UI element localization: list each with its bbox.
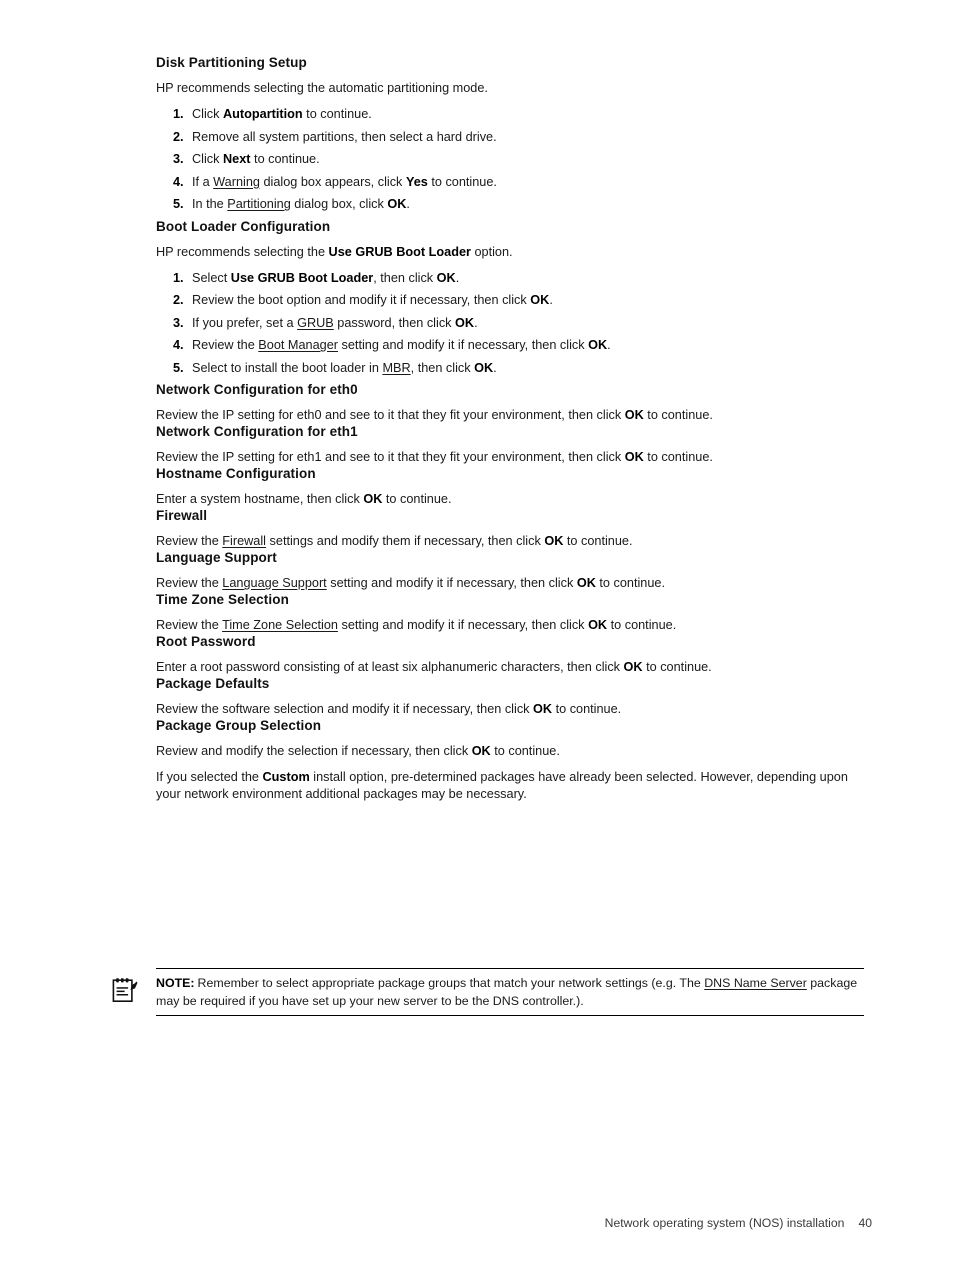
step-text: If you prefer, set a GRUB password, then… <box>192 315 478 330</box>
step-text: Remove all system partitions, then selec… <box>192 129 497 144</box>
step-number: 1. <box>173 270 184 285</box>
step-number: 2. <box>173 129 184 144</box>
paragraph-disk-partitioning-intro: HP recommends selecting the automatic pa… <box>156 81 488 95</box>
step-text: Select to install the boot loader in MBR… <box>192 360 497 375</box>
step-number: 1. <box>173 107 184 121</box>
list-item: 5. Select to install the boot loader in … <box>156 360 866 376</box>
page-footer: Network operating system (NOS) installat… <box>0 1216 872 1230</box>
list-item: 1. Click Autopartition to continue. <box>156 106 866 122</box>
step-text: Click Next to continue. <box>192 152 320 166</box>
heading-root-password: Root Password <box>156 634 256 649</box>
list-item: 4. If a Warning dialog box appears, clic… <box>156 174 866 190</box>
paragraph-firewall: Review the Firewall settings and modify … <box>156 534 633 548</box>
step-number: 5. <box>173 360 184 375</box>
heading-hostname-configuration: Hostname Configuration <box>156 466 316 481</box>
note-label: NOTE: <box>156 976 195 990</box>
paragraph-language-support: Review the Language Support setting and … <box>156 576 665 590</box>
step-number: 5. <box>173 197 184 211</box>
heading-package-defaults: Package Defaults <box>156 676 270 691</box>
list-item: 2. Remove all system partitions, then se… <box>156 129 866 145</box>
note-bottom-rule <box>156 1015 864 1016</box>
heading-disk-partitioning-setup: Disk Partitioning Setup <box>156 55 307 70</box>
paragraph-network-configuration-eth1: Review the IP setting for eth1 and see t… <box>156 450 713 464</box>
paragraph-package-group-selection: Review and modify the selection if neces… <box>156 744 560 758</box>
heading-firewall: Firewall <box>156 508 208 523</box>
list-item: 5. In the Partitioning dialog box, click… <box>156 196 866 212</box>
list-item: 2. Review the boot option and modify it … <box>156 292 866 308</box>
steps-boot-loader: 1. Select Use GRUB Boot Loader, then cli… <box>156 270 866 376</box>
paragraph-package-defaults: Review the software selection and modify… <box>156 702 622 716</box>
paragraph-root-password: Enter a root password consisting of at l… <box>156 660 712 674</box>
list-item: 4. Review the Boot Manager setting and m… <box>156 337 866 353</box>
step-number: 4. <box>173 174 184 189</box>
step-text: In the Partitioning dialog box, click OK… <box>192 197 410 211</box>
heading-time-zone-selection: Time Zone Selection <box>156 592 289 607</box>
step-number: 3. <box>173 315 184 330</box>
document-page: Disk Partitioning Setup HP recommends se… <box>0 0 954 1270</box>
step-text: Review the Boot Manager setting and modi… <box>192 338 611 352</box>
steps-disk-partitioning: 1. Click Autopartition to continue. 2. R… <box>156 106 866 212</box>
footer-page-number: 40 <box>858 1216 872 1230</box>
page-content: Disk Partitioning Setup HP recommends se… <box>156 55 866 803</box>
heading-language-support: Language Support <box>156 550 277 565</box>
paragraph-network-configuration-eth0: Review the IP setting for eth0 and see t… <box>156 408 713 422</box>
heading-network-configuration-eth0: Network Configuration for eth0 <box>156 382 358 397</box>
heading-network-configuration-eth1: Network Configuration for eth1 <box>156 424 358 439</box>
heading-boot-loader-configuration: Boot Loader Configuration <box>156 218 331 234</box>
paragraph-package-group-selection-custom: If you selected the Custom install optio… <box>156 770 848 801</box>
note-callout: NOTE: Remember to select appropriate pack… <box>112 968 864 1016</box>
step-number: 2. <box>173 293 184 307</box>
paragraph-boot-loader-intro: HP recommends selecting the Use GRUB Boo… <box>156 244 513 259</box>
step-text: If a Warning dialog box appears, click Y… <box>192 174 497 189</box>
step-text: Review the boot option and modify it if … <box>192 293 553 307</box>
paragraph-time-zone-selection: Review the Time Zone Selection setting a… <box>156 618 677 632</box>
note-inner: NOTE: Remember to select appropriate pack… <box>112 969 864 1015</box>
note-text-block: NOTE: Remember to select appropriate pack… <box>156 969 864 1015</box>
list-item: 1. Select Use GRUB Boot Loader, then cli… <box>156 270 866 286</box>
note-text: Remember to select appropriate package g… <box>156 976 858 1008</box>
step-number: 4. <box>173 338 184 352</box>
footer-chapter-label: Network operating system (NOS) installat… <box>604 1216 845 1230</box>
step-text: Click Autopartition to continue. <box>192 107 372 121</box>
note-clipboard-pencil-icon <box>112 977 138 1003</box>
step-text: Select Use GRUB Boot Loader, then click … <box>192 270 460 285</box>
paragraph-hostname-configuration: Enter a system hostname, then click OK t… <box>156 492 452 506</box>
list-item: 3. Click Next to continue. <box>156 151 866 167</box>
heading-package-group-selection: Package Group Selection <box>156 718 322 733</box>
step-number: 3. <box>173 152 184 166</box>
list-item: 3. If you prefer, set a GRUB password, t… <box>156 315 866 331</box>
